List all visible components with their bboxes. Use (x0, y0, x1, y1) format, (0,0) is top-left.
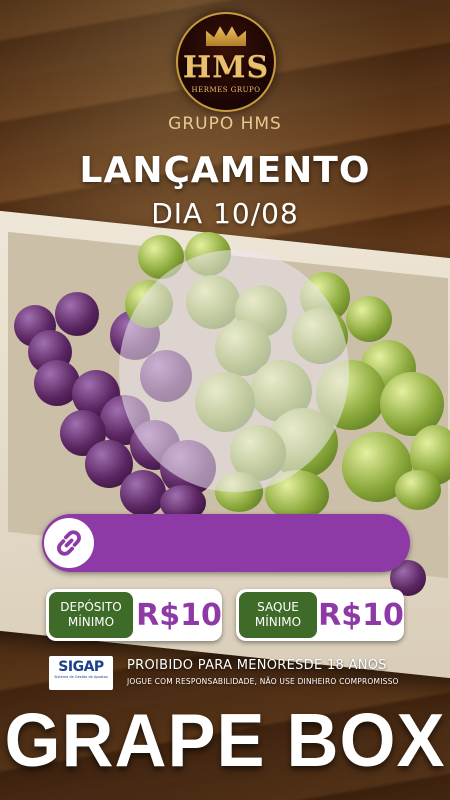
crown-icon (206, 26, 246, 46)
brand-name: GRUPO HMS (168, 114, 282, 134)
min-deposit-label-line1: DEPÓSITO (60, 600, 122, 614)
launch-headline: LANÇAMENTO (79, 150, 371, 191)
min-withdraw-badge: SAQUE MÍNIMO R$10 (236, 589, 404, 641)
sigap-subtitle: Sistema de Gestão de Apostas (54, 675, 108, 679)
min-withdraw-label: SAQUE MÍNIMO (239, 592, 317, 638)
launch-date: DIA 10/08 (151, 197, 299, 230)
sigap-logo: SIGAP Sistema de Gestão de Apostas (49, 656, 113, 690)
age-warning-line2: JOGUE COM RESPONSABILIDADE, NÃO USE DINH… (127, 677, 399, 686)
link-sticker[interactable] (42, 514, 410, 572)
min-deposit-value: R$10 (136, 597, 222, 633)
sigap-title: SIGAP (58, 659, 104, 675)
game-title: GRAPE BOX (4, 699, 446, 783)
min-deposit-label-line2: MÍNIMO (67, 615, 115, 629)
link-icon-badge[interactable] (44, 518, 94, 568)
age-warning-line1: PROIBIDO PARA MENORESDE 18 ANOS (127, 658, 387, 673)
logo-text: HMS (182, 50, 270, 85)
media-overlay-circle[interactable] (119, 250, 349, 492)
min-withdraw-label-line2: MÍNIMO (254, 615, 302, 629)
age-warning: PROIBIDO PARA MENORESDE 18 ANOS JOGUE CO… (127, 658, 412, 686)
hms-logo: HMS HERMES GRUPO (176, 12, 276, 112)
min-deposit-label: DEPÓSITO MÍNIMO (49, 592, 133, 638)
min-deposit-badge: DEPÓSITO MÍNIMO R$10 (46, 589, 222, 641)
logo-subtitle: HERMES GRUPO (191, 86, 261, 94)
min-withdraw-label-line1: SAQUE (257, 600, 299, 614)
link-icon (57, 530, 81, 556)
min-withdraw-value: R$10 (318, 597, 404, 633)
